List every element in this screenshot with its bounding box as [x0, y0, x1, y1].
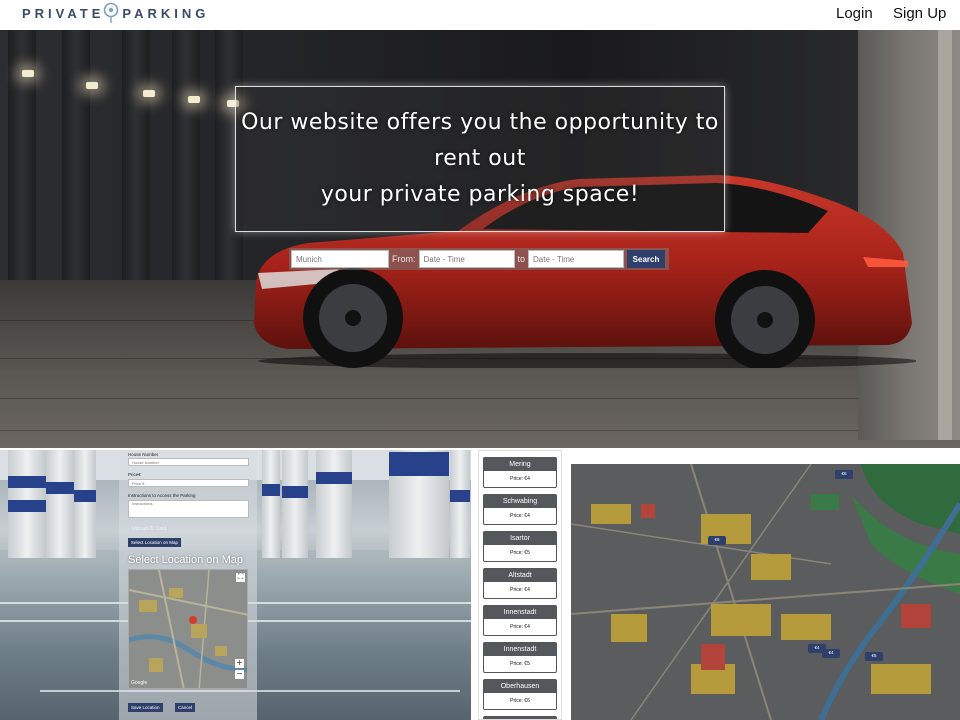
map-heading: Select Location on Map: [128, 554, 243, 566]
listing-price: Price: €4: [510, 624, 530, 630]
listing-card[interactable]: Altstadt Price: €4: [483, 568, 557, 599]
brand-logo[interactable]: PRIVATE PARKING: [22, 2, 210, 23]
listing-name: Mering: [484, 458, 556, 471]
listing-price: Price: €4: [510, 476, 530, 482]
location-picker-map[interactable]: ⛶ + − Google: [128, 569, 248, 689]
map-attribution: Google: [131, 680, 148, 686]
price-input[interactable]: [128, 479, 249, 487]
hero-banner: Our website offers you the opportunity t…: [0, 30, 960, 448]
brand-name-left: PRIVATE: [22, 5, 105, 21]
map-price-marker[interactable]: €5: [865, 652, 883, 661]
zoom-out-button[interactable]: −: [235, 670, 244, 679]
listing-name: Altstadt: [484, 569, 556, 582]
location-input[interactable]: [291, 250, 389, 268]
house-number-label: House Number: [128, 452, 159, 457]
select-location-button[interactable]: Select Location on Map: [128, 538, 182, 547]
from-label: From:: [392, 254, 416, 264]
listing-price: Price: €6: [510, 698, 530, 704]
listing-card[interactable]: Isartor Price: €5: [483, 531, 557, 562]
save-location-button[interactable]: Save Location: [128, 703, 163, 712]
fullscreen-icon[interactable]: ⛶: [236, 573, 245, 582]
instructions-label: Instructions to Access the Parking: [128, 493, 196, 498]
zoom-in-button[interactable]: +: [235, 659, 244, 668]
listing-card[interactable]: Innenstadt Price: €4: [483, 605, 557, 636]
search-button[interactable]: Search: [627, 250, 666, 268]
parking-listings: Mering Price: €4 Schwabing Price: €4 Isa…: [478, 450, 562, 720]
brand-name-right: PARKING: [122, 5, 210, 21]
search-bar: From: to Search: [289, 248, 669, 270]
price-label: Price€: [128, 472, 141, 477]
map-price-marker[interactable]: €6: [708, 536, 726, 545]
parking-map[interactable]: €6 €6 €4 €4 €5: [571, 464, 960, 720]
login-link[interactable]: Login: [836, 5, 873, 22]
hero-message-box: Our website offers you the opportunity t…: [235, 86, 725, 232]
hero-headline: Our website offers you the opportunity t…: [241, 110, 719, 207]
house-number-input[interactable]: [128, 458, 249, 466]
listing-name: Innenstadt: [484, 643, 556, 656]
listing-price: Price: €5: [510, 550, 530, 556]
cancel-button[interactable]: Cancel: [175, 703, 196, 712]
top-navbar: PRIVATE PARKING Login Sign Up: [0, 0, 960, 30]
listing-card[interactable]: Mering Price: €4: [483, 457, 557, 488]
listing-name: Isartor: [484, 532, 556, 545]
map-price-marker[interactable]: €6: [835, 470, 853, 479]
map-pin-icon: [102, 2, 119, 23]
listing-name: Innenstadt: [484, 606, 556, 619]
listing-card[interactable]: Innenstadt Price: €5: [483, 642, 557, 673]
listing-card[interactable]: Schwabing Price: €4: [483, 494, 557, 525]
listing-price: Price: €4: [510, 587, 530, 593]
listing-card[interactable]: Oberhausen Price: €6: [483, 679, 557, 710]
signup-link[interactable]: Sign Up: [893, 5, 946, 22]
map-price-marker[interactable]: €4: [822, 649, 840, 658]
to-datetime-input[interactable]: [528, 250, 625, 268]
listing-card[interactable]: [483, 716, 557, 719]
from-datetime-input[interactable]: [418, 250, 515, 268]
listing-price: Price: €4: [510, 513, 530, 519]
instructions-textarea[interactable]: [128, 500, 249, 518]
listing-name: Schwabing: [484, 495, 556, 508]
to-label: to: [517, 254, 526, 264]
upload-id-label[interactable]: Upload ID Card: [132, 526, 166, 532]
listing-price: Price: €5: [510, 661, 530, 667]
listing-name: Oberhausen: [484, 680, 556, 693]
